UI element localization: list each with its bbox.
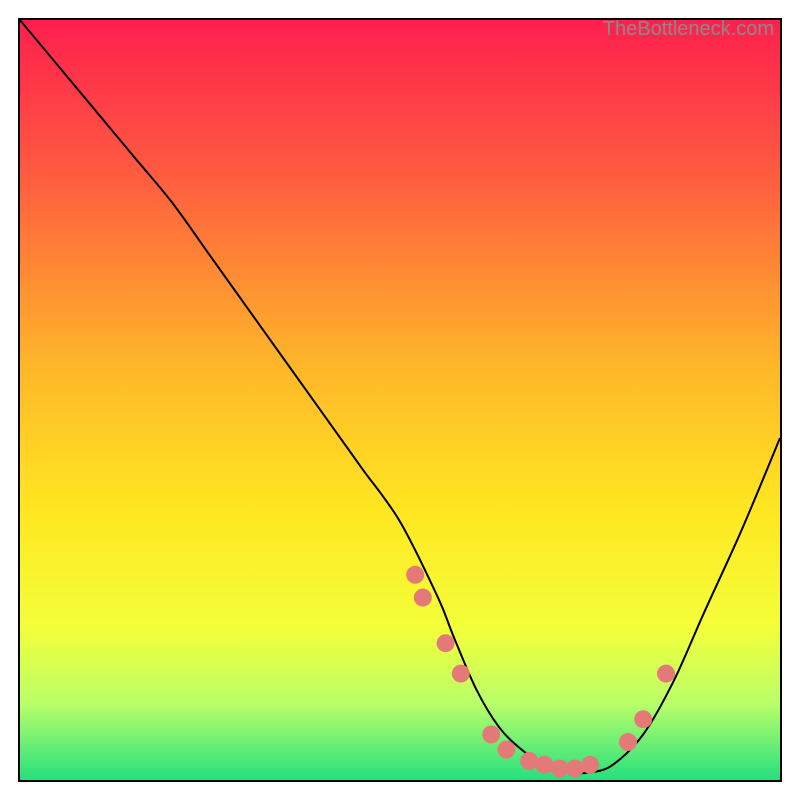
highlight-dot (414, 589, 432, 607)
chart-svg (20, 20, 780, 780)
bottleneck-curve (20, 20, 780, 773)
highlight-dot (581, 756, 599, 774)
highlight-dot (437, 634, 455, 652)
highlight-dot (497, 741, 515, 759)
highlight-dot (535, 756, 553, 774)
highlight-dot (452, 665, 470, 683)
highlight-dot (566, 760, 584, 778)
highlight-dot (634, 710, 652, 728)
highlight-dot (406, 566, 424, 584)
highlight-dots-group (406, 566, 675, 778)
highlight-dot (657, 665, 675, 683)
highlight-dot (482, 725, 500, 743)
chart-frame: TheBottleneck.com (18, 18, 782, 782)
highlight-dot (520, 752, 538, 770)
highlight-dot (619, 733, 637, 751)
